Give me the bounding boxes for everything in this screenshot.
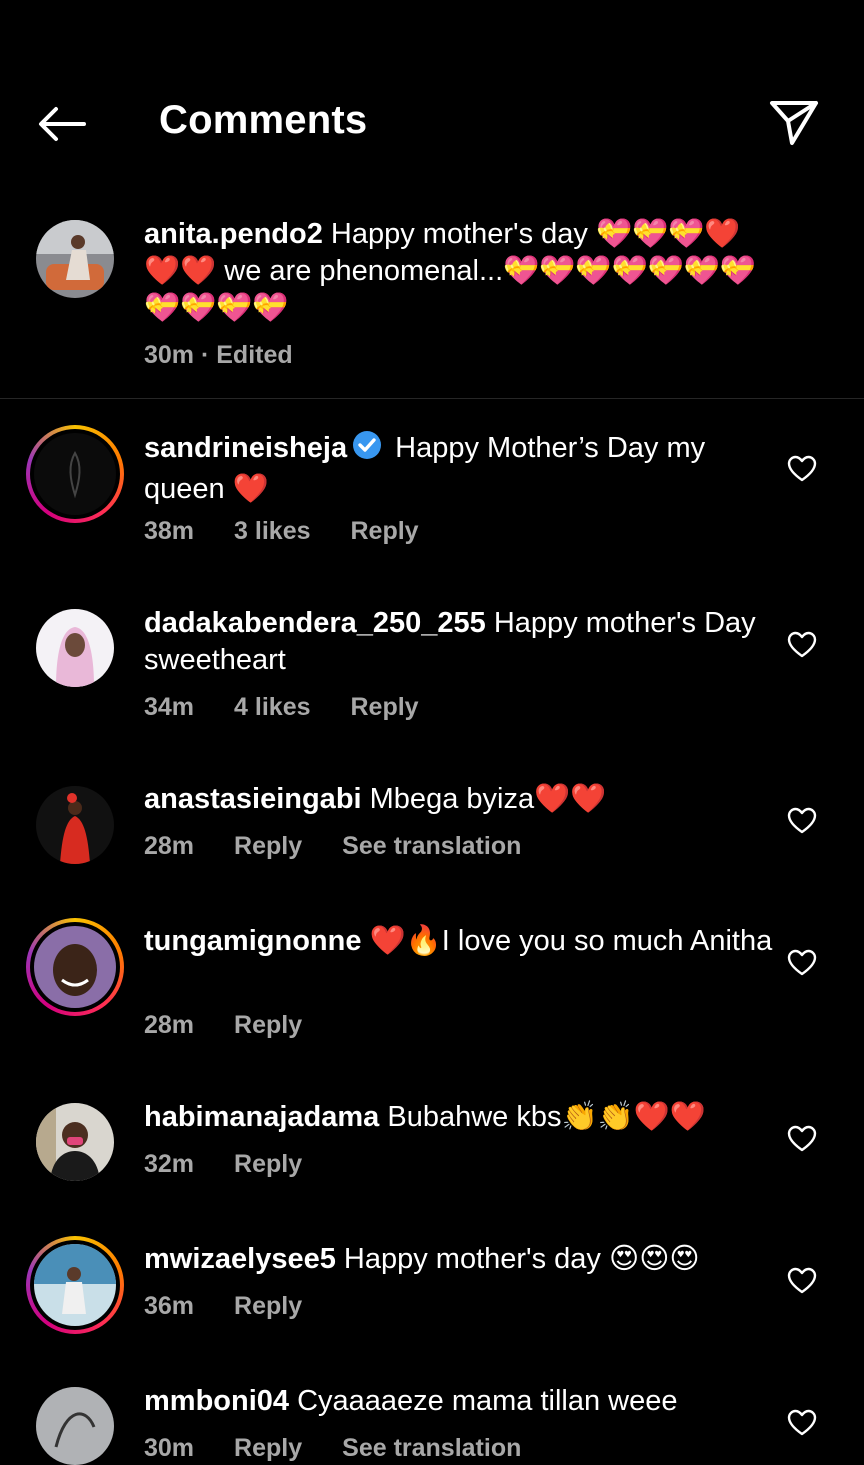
comment-meta: 38m 3 likes Reply <box>144 517 459 546</box>
reply-button[interactable]: Reply <box>234 1011 302 1040</box>
heart-icon[interactable] <box>786 1123 818 1155</box>
heart-icon[interactable] <box>786 453 818 485</box>
avatar[interactable] <box>36 1387 114 1465</box>
comment-time: 32m <box>144 1150 195 1178</box>
avatar[interactable] <box>36 609 114 687</box>
share-icon[interactable] <box>764 96 824 150</box>
back-arrow-icon[interactable] <box>34 100 90 148</box>
comment-meta: 30m Reply See translation <box>144 1434 561 1463</box>
comment-meta: 28m Reply <box>144 1011 342 1040</box>
header-bar: Comments <box>0 0 864 190</box>
page-title: Comments <box>159 98 368 142</box>
reply-button[interactable]: Reply <box>351 517 419 546</box>
reply-button[interactable]: Reply <box>234 832 302 861</box>
comment-time: 30m · Edited <box>144 341 293 369</box>
heart-icon[interactable] <box>786 947 818 979</box>
comment-time: 34m <box>144 693 195 721</box>
comment-username[interactable]: anita.pendo2 <box>144 218 323 250</box>
comment-text: ❤️🔥I love you so much Anitha <box>361 925 773 957</box>
heart-icon[interactable] <box>786 805 818 837</box>
comment-likes[interactable]: 4 likes <box>234 693 310 722</box>
avatar[interactable] <box>36 220 114 298</box>
comment-time: 28m <box>144 1011 195 1039</box>
comment-meta: 28m Reply See translation <box>144 832 561 861</box>
post-caption: anita.pendo2 Happy mother's day 💝💝💝❤️❤️❤… <box>0 200 864 399</box>
avatar[interactable] <box>36 786 114 864</box>
comment-time: 28m <box>144 832 195 860</box>
reply-button[interactable]: Reply <box>351 693 419 722</box>
comment-username[interactable]: anastasieingabi <box>144 783 362 815</box>
reply-button[interactable]: Reply <box>234 1292 302 1321</box>
heart-icon[interactable] <box>786 629 818 661</box>
see-translation-button[interactable]: See translation <box>342 1434 521 1463</box>
avatar[interactable] <box>36 1103 114 1181</box>
comment-username[interactable]: mwizaelysee5 <box>144 1243 336 1275</box>
comment-username[interactable]: dadakabendera_250_255 <box>144 607 486 639</box>
verified-badge-icon <box>351 429 383 471</box>
comment-time: 36m <box>144 1292 195 1320</box>
avatar[interactable] <box>26 918 124 1016</box>
comment-username[interactable]: sandrineisheja <box>144 432 347 464</box>
see-translation-button[interactable]: See translation <box>342 832 521 861</box>
comment-text: Bubahwe kbs👏👏❤️❤️ <box>379 1101 706 1133</box>
comment-time: 30m <box>144 1434 195 1462</box>
comment-text: Mbega byiza❤️❤️ <box>361 783 607 815</box>
comment-username[interactable]: habimanajadama <box>144 1101 379 1133</box>
comment-meta: 30m · Edited <box>144 341 333 370</box>
heart-icon[interactable] <box>786 1265 818 1297</box>
comment-meta: 36m Reply <box>144 1292 342 1321</box>
heart-icon[interactable] <box>786 1407 818 1439</box>
comment-text: Happy mother's day 😍😍😍 <box>335 1243 700 1275</box>
reply-button[interactable]: Reply <box>234 1434 302 1463</box>
comment-username[interactable]: mmboni04 <box>144 1385 289 1417</box>
avatar[interactable] <box>26 1236 124 1334</box>
comment-likes[interactable]: 3 likes <box>234 517 310 546</box>
comment-username[interactable]: tungamignonne <box>144 925 361 957</box>
comment-meta: 32m Reply <box>144 1150 342 1179</box>
reply-button[interactable]: Reply <box>234 1150 302 1179</box>
comment-text: Cyaaaaeze mama tillan weee <box>289 1385 678 1417</box>
comment-meta: 34m 4 likes Reply <box>144 693 459 722</box>
avatar[interactable] <box>26 425 124 523</box>
comment-time: 38m <box>144 517 195 545</box>
